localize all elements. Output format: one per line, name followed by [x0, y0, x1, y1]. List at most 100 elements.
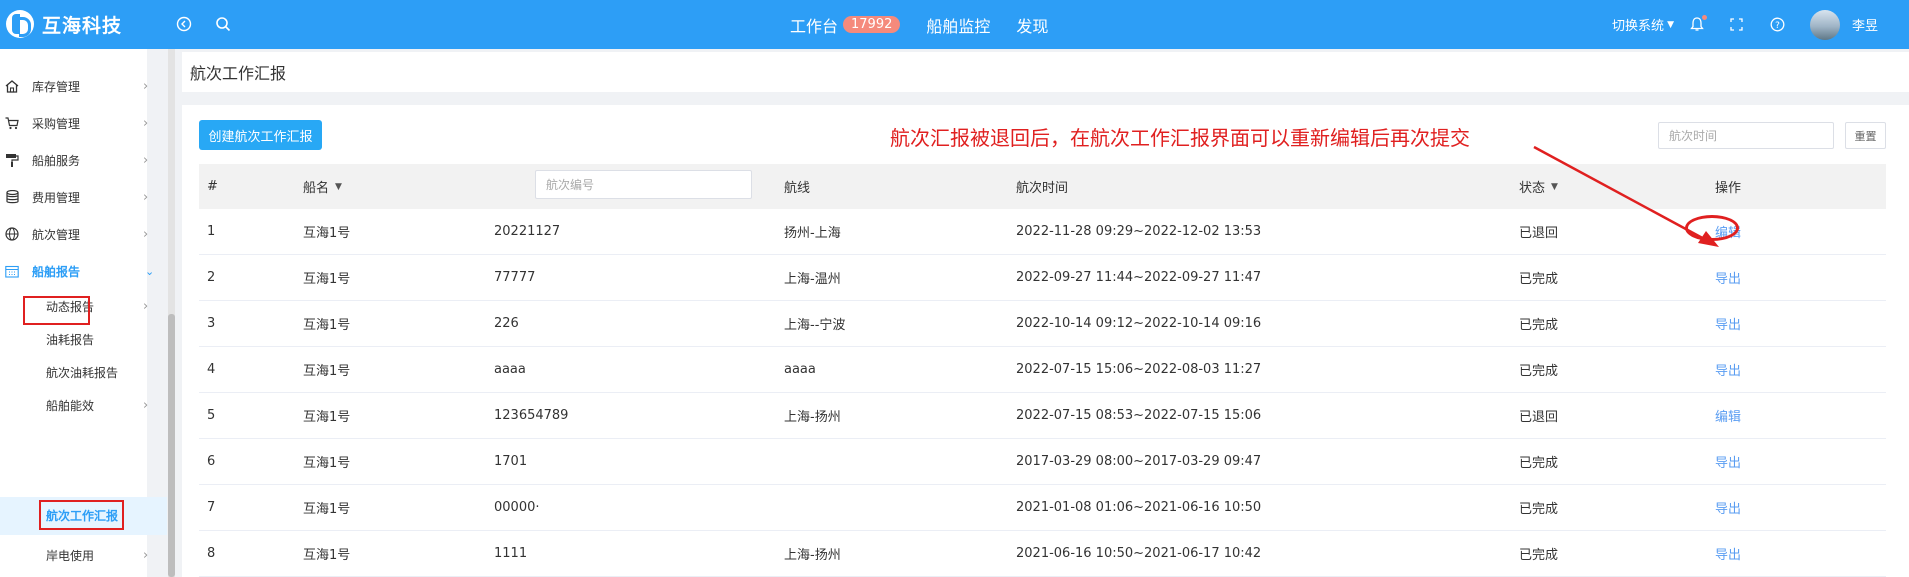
top-right-tools: 切换系统 ▼ ? 李昱: [1612, 0, 1909, 49]
user-name[interactable]: 李昱: [1852, 15, 1878, 34]
row-action-link[interactable]: 导出: [1715, 439, 1741, 484]
switch-system-label: 切换系统: [1612, 19, 1665, 34]
sidebar-subitem-label: 岸电使用: [46, 548, 95, 563]
nav-discover-label: 发现: [1016, 16, 1049, 36]
col-ship[interactable]: 船名 ▼: [303, 164, 342, 209]
caret-down-icon: ▼: [335, 181, 342, 192]
cell-index: 1: [207, 224, 216, 239]
row-action-link[interactable]: 导出: [1715, 255, 1741, 300]
cell-status: 已完成: [1519, 272, 1559, 287]
create-report-button[interactable]: 创建航次工作汇报: [199, 120, 322, 150]
chevron-right-icon: ›: [143, 226, 149, 242]
svg-text:?: ?: [1775, 21, 1780, 31]
sidebar-item-ship-report[interactable]: 船舶报告 ⌄: [0, 256, 160, 286]
sidebar-scrollbar-thumb[interactable]: [168, 314, 175, 577]
row-action-link[interactable]: 编辑: [1715, 393, 1741, 438]
reset-button[interactable]: 重置: [1845, 122, 1886, 149]
cell-voyage-no: 00000·: [494, 500, 540, 515]
sidebar-subitem-shore-power[interactable]: 岸电使用 ›: [46, 540, 166, 570]
sidebar-subitem-fuel-report[interactable]: 油耗报告: [46, 324, 94, 354]
cell-time: 2022-09-27 11:44~2022-09-27 11:47: [1016, 270, 1262, 285]
chevron-right-icon: ›: [143, 115, 149, 131]
cell-ship: 互海1号: [303, 502, 351, 517]
cell-ship: 互海1号: [303, 226, 351, 241]
cell-voyage-no: 20221127: [494, 224, 561, 239]
voyage-number-search[interactable]: 航次编号: [535, 170, 752, 199]
sidebar-scrollbar[interactable]: [168, 49, 175, 577]
annotation-text: 航次汇报被退回后，在航次工作汇报界面可以重新编辑后再次提交: [890, 126, 1470, 150]
sidebar-item-label: 船舶服务: [32, 153, 81, 168]
help-icon[interactable]: ?: [1770, 17, 1785, 32]
database-icon: [5, 190, 19, 204]
sidebar-item-procurement[interactable]: 采购管理 ›: [0, 108, 160, 138]
fullscreen-icon[interactable]: [1730, 18, 1743, 31]
sidebar-item-label: 采购管理: [32, 116, 81, 131]
sidebar-item-voyage[interactable]: 航次管理 ›: [0, 219, 160, 249]
top-nav: 工作台 17992 船舶监控 发现: [790, 0, 1074, 49]
sidebar-subitem-label: 油耗报告: [46, 332, 95, 347]
table-row: 8 互海1号 1111 上海-扬州 2021-06-16 10:50~2021-06-1…: [199, 531, 1886, 577]
top-bar: 互海科技 工作台 17992 船舶监控 发现 切换系统 ▼ ? 李昱: [0, 0, 1909, 49]
highlight-box-ship-report: [23, 296, 90, 325]
table-row: 2 互海1号 77777 上海-温州 2022-09-27 11:44~2022-09-…: [199, 255, 1886, 301]
sidebar-item-label: 船舶报告: [32, 264, 81, 279]
search-icon[interactable]: [211, 12, 235, 36]
sidebar-item-expense[interactable]: 费用管理 ›: [0, 182, 160, 212]
cell-time: 2022-07-15 15:06~2022-08-03 11:27: [1016, 362, 1262, 377]
cell-route: aaaa: [784, 362, 816, 377]
avatar[interactable]: [1809, 9, 1840, 40]
cell-time: 2021-06-16 10:50~2021-06-17 10:42: [1016, 546, 1262, 561]
cell-voyage-no: 1701: [494, 454, 528, 469]
back-icon[interactable]: [172, 12, 196, 36]
cell-status: 已完成: [1519, 318, 1559, 333]
col-index: #: [207, 179, 218, 194]
col-route: 航线: [784, 181, 811, 196]
row-action-link[interactable]: 导出: [1715, 301, 1741, 346]
cell-time: 2021-01-08 01:06~2021-06-16 10:50: [1016, 500, 1262, 515]
sidebar-item-inventory[interactable]: 库存管理 ›: [0, 71, 160, 101]
home-icon: [5, 79, 19, 93]
logo[interactable]: 互海科技: [6, 9, 122, 39]
cell-index: 5: [207, 408, 216, 423]
cell-index: 6: [207, 454, 216, 469]
cell-ship: 互海1号: [303, 364, 351, 379]
cell-ship: 互海1号: [303, 456, 351, 471]
cell-route: 上海-扬州: [784, 548, 841, 563]
bell-icon[interactable]: [1690, 15, 1707, 32]
cell-time: 2022-11-28 09:29~2022-12-02 13:53: [1016, 224, 1262, 239]
cell-time: 2022-10-14 09:12~2022-10-14 09:16: [1016, 316, 1262, 331]
globe-icon: [5, 227, 19, 241]
cell-index: 8: [207, 546, 216, 561]
cell-status: 已完成: [1519, 364, 1559, 379]
cell-route: 上海-扬州: [784, 410, 841, 425]
logo-icon: [6, 10, 34, 38]
cell-index: 7: [207, 500, 216, 515]
row-action-link[interactable]: 导出: [1715, 347, 1741, 392]
sidebar-subitem-energy-efficiency[interactable]: 船舶能效 ›: [46, 390, 166, 420]
annotation-arrow: [1533, 145, 1719, 247]
cell-voyage-no: 77777: [494, 270, 536, 285]
chevron-right-icon: ›: [143, 298, 149, 314]
row-action-link[interactable]: 导出: [1715, 531, 1741, 576]
nav-workbench[interactable]: 工作台 17992: [790, 13, 901, 37]
table-row: 5 互海1号 123654789 上海-扬州 2022-07-15 08:53~2022…: [199, 393, 1886, 439]
cell-time: 2022-07-15 08:53~2022-07-15 15:06: [1016, 408, 1262, 423]
nav-ship-monitor[interactable]: 船舶监控: [926, 13, 990, 37]
sidebar-subitem-label: 船舶能效: [46, 398, 95, 413]
nav-workbench-label: 工作台: [790, 16, 839, 36]
sidebar-item-label: 费用管理: [32, 190, 81, 205]
row-action-link[interactable]: 导出: [1715, 485, 1741, 530]
switch-system-button[interactable]: 切换系统 ▼: [1612, 15, 1674, 34]
cell-voyage-no: 123654789: [494, 408, 569, 423]
cell-ship: 互海1号: [303, 410, 351, 425]
sidebar-item-ship-service[interactable]: 船舶服务 ›: [0, 145, 160, 175]
cell-voyage-no: 1111: [494, 546, 528, 561]
nav-discover[interactable]: 发现: [1016, 13, 1048, 37]
cell-route: 扬州-上海: [784, 226, 841, 241]
cell-route: 上海-温州: [784, 272, 841, 287]
chevron-right-icon: ›: [143, 397, 149, 413]
sidebar-subitem-voyage-fuel-report[interactable]: 航次油耗报告: [46, 357, 118, 387]
col-ship-label: 船名: [303, 181, 330, 196]
cell-time: 2017-03-29 08:00~2017-03-29 09:47: [1016, 454, 1262, 469]
cell-index: 3: [207, 316, 216, 331]
